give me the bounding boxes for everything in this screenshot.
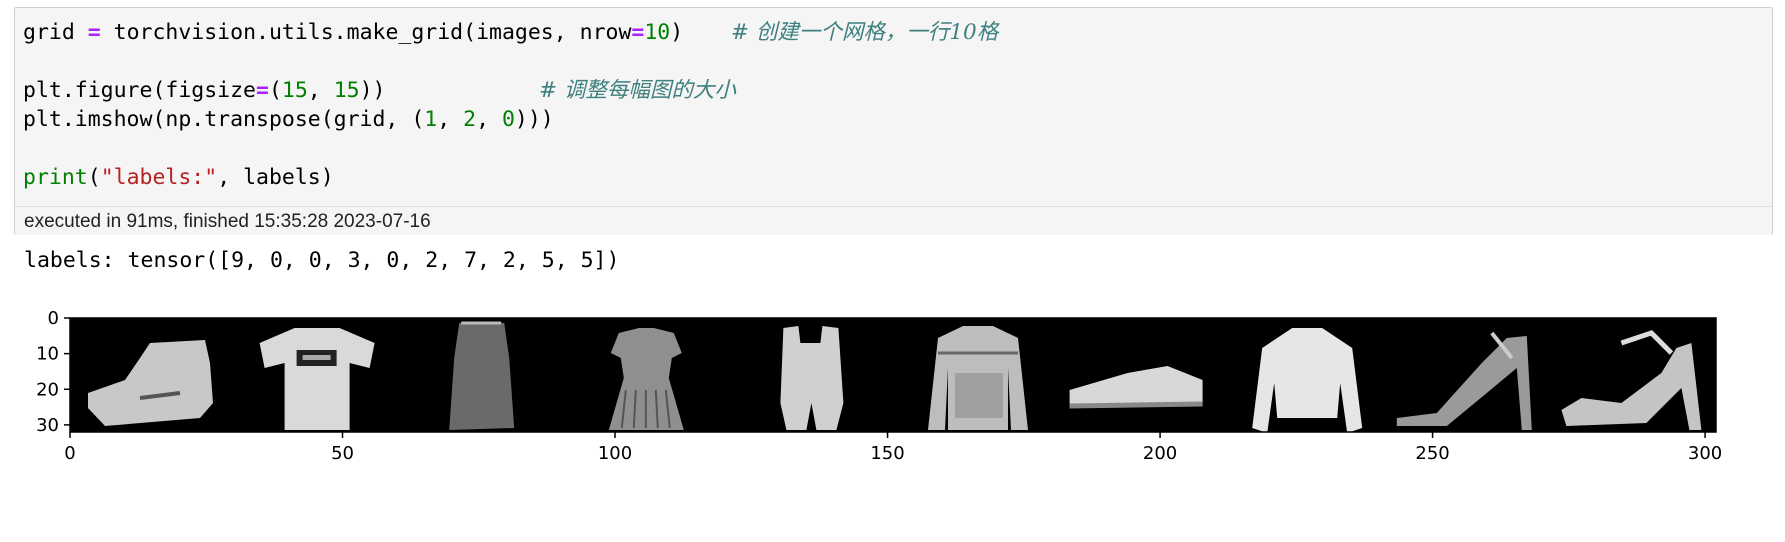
- execution-info-bar: executed in 91ms, finished 15:35:28 2023…: [15, 206, 1772, 235]
- tank-top-shape: [449, 323, 515, 430]
- pullover-panel: [955, 373, 1003, 418]
- y-tick-label: 10: [36, 344, 59, 365]
- code-token: ): [670, 20, 684, 45]
- code-comment: # 调整每幅图的大小: [539, 78, 736, 103]
- code-token: ,: [307, 78, 334, 103]
- image-grid-plot: 0 50 100 150 200 250 300 0 10 20 30: [36, 308, 1722, 464]
- code-token: ,: [476, 107, 502, 132]
- code-token: ))): [514, 107, 554, 132]
- code-token: plt.figure(figsize: [23, 78, 256, 103]
- code-token: (: [268, 78, 282, 103]
- code-line: print("labels:", labels): [23, 163, 683, 192]
- x-tick-label: 100: [598, 443, 632, 464]
- x-tick-label: 0: [64, 443, 75, 464]
- code-line: plt.imshow(np.transpose(grid, (1, 2, 0))…: [23, 105, 683, 134]
- y-tick-label: 20: [36, 379, 59, 400]
- code-token: 15: [281, 78, 308, 103]
- code-token: plt.imshow(np.transpose(grid, (: [23, 107, 425, 132]
- x-tick-label: 150: [870, 443, 904, 464]
- code-cell[interactable]: grid = torchvision.utils.make_grid(image…: [14, 7, 1773, 235]
- code-token: print: [23, 165, 88, 190]
- sneaker-sole: [1069, 401, 1203, 409]
- code-token: ,: [437, 107, 464, 132]
- code-token: "labels:": [100, 165, 218, 190]
- code-line: plt.figure(figsize=(15, 15)) # 调整每幅图的大小: [23, 76, 736, 105]
- y-tick-label: 0: [48, 308, 59, 329]
- code-token: grid: [23, 20, 88, 45]
- code-token: =: [87, 20, 101, 45]
- code-token: torchvision.utils.make_grid(images, nrow: [100, 20, 632, 45]
- cell-output-text: labels: tensor([9, 0, 0, 3, 0, 2, 7, 2, …: [24, 248, 620, 273]
- x-tick-label: 50: [331, 443, 354, 464]
- x-tick-label: 200: [1143, 443, 1177, 464]
- y-tick-label: 30: [36, 415, 59, 436]
- x-tick-label: 250: [1415, 443, 1449, 464]
- code-token: =: [631, 20, 645, 45]
- pullover-shape: [1252, 328, 1363, 433]
- code-comment: # 创建一个网格，一行10格: [731, 20, 999, 45]
- code-token: )): [359, 78, 386, 103]
- code-token: 2: [463, 107, 477, 132]
- code-token: 15: [333, 78, 360, 103]
- code-token: 10: [644, 20, 671, 45]
- execution-info: executed in 91ms, finished 15:35:28 2023…: [24, 211, 431, 232]
- code-token: 1: [424, 107, 438, 132]
- code-token: 0: [501, 107, 515, 132]
- code-token: =: [256, 78, 269, 103]
- code-editor[interactable]: grid = torchvision.utils.make_grid(image…: [23, 18, 998, 192]
- t-shirt-print-text: [302, 355, 331, 360]
- x-tick-label: 300: [1688, 443, 1722, 464]
- code-token: , labels): [217, 165, 334, 190]
- code-token: (: [87, 165, 101, 190]
- code-line: grid = torchvision.utils.make_grid(image…: [23, 18, 998, 47]
